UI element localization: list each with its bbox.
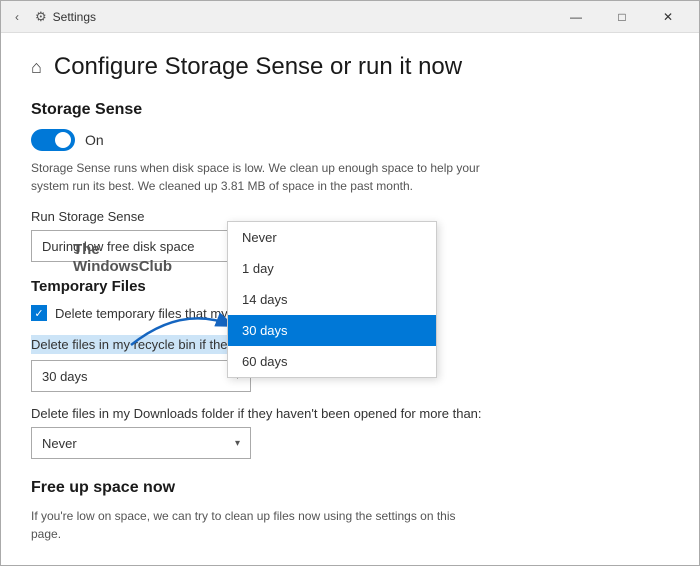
- dropdown-option[interactable]: 60 days: [228, 346, 436, 377]
- storage-sense-description: Storage Sense runs when disk space is lo…: [31, 159, 481, 195]
- close-button[interactable]: ✕: [645, 1, 691, 33]
- dropdown-overlay: Never1 day14 days30 days60 days: [227, 221, 437, 378]
- titlebar-title: Settings: [53, 10, 553, 24]
- dropdown-option[interactable]: 1 day: [228, 253, 436, 284]
- storage-sense-title: Storage Sense: [31, 101, 669, 119]
- settings-window: ‹ ⚙ Settings — □ ✕ ⌂ Configure Storage S…: [0, 0, 700, 566]
- settings-icon: ⚙: [35, 9, 47, 25]
- temp-files-checkbox[interactable]: ✓: [31, 305, 47, 321]
- run-storage-dropdown-value: During low free disk space: [42, 239, 194, 254]
- titlebar: ‹ ⚙ Settings — □ ✕: [1, 1, 699, 33]
- page-title: Configure Storage Sense or run it now: [54, 53, 462, 81]
- free-up-description: If you're low on space, we can try to cl…: [31, 507, 481, 543]
- recycle-bin-dropdown[interactable]: 30 days ▾: [31, 360, 251, 392]
- downloads-label: Delete files in my Downloads folder if t…: [31, 406, 669, 421]
- storage-sense-toggle[interactable]: [31, 129, 75, 151]
- main-content: ⌂ Configure Storage Sense or run it now …: [1, 33, 699, 565]
- dropdown-option[interactable]: 30 days: [228, 315, 436, 346]
- minimize-button[interactable]: —: [553, 1, 599, 33]
- toggle-label: On: [85, 132, 104, 148]
- free-up-title: Free up space now: [31, 479, 669, 497]
- downloads-dropdown-arrow: ▾: [235, 438, 240, 449]
- home-icon: ⌂: [31, 57, 42, 78]
- recycle-bin-dropdown-value: 30 days: [42, 369, 88, 384]
- dropdown-option[interactable]: Never: [228, 222, 436, 253]
- dropdown-option[interactable]: 14 days: [228, 284, 436, 315]
- page-title-row: ⌂ Configure Storage Sense or run it now: [31, 53, 669, 81]
- back-button[interactable]: ‹: [9, 8, 25, 26]
- maximize-button[interactable]: □: [599, 1, 645, 33]
- free-up-section: Free up space now If you're low on space…: [31, 479, 669, 565]
- downloads-dropdown-value: Never: [42, 436, 77, 451]
- toggle-row: On: [31, 129, 669, 151]
- checkbox-check-icon: ✓: [34, 307, 43, 320]
- window-controls: — □ ✕: [553, 1, 691, 33]
- run-storage-dropdown[interactable]: During low free disk space ▾: [31, 230, 251, 262]
- downloads-dropdown[interactable]: Never ▾: [31, 427, 251, 459]
